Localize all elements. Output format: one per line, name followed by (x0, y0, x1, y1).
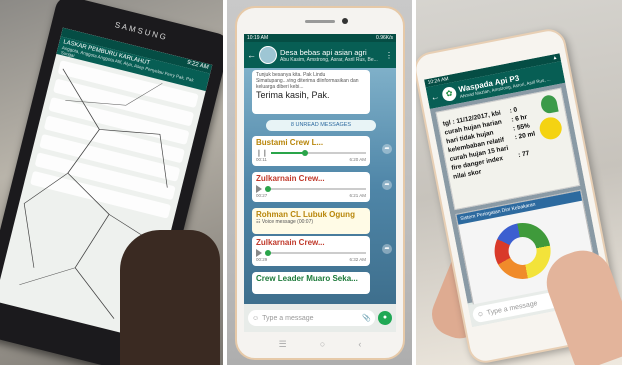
back-key-icon[interactable]: ‹ (358, 339, 361, 350)
fire-danger-report-image[interactable]: tgl : 11/12/2017, kbi: 0 curah hujan har… (435, 87, 581, 211)
unread-messages-divider: 8 UNREAD MESSAGES (266, 120, 376, 131)
audio-progress[interactable] (265, 186, 366, 192)
audio-scrubber[interactable] (302, 150, 309, 156)
recents-key-icon[interactable]: ☰ (279, 339, 287, 350)
voice-player[interactable] (256, 249, 366, 257)
earpiece-speaker (305, 20, 335, 23)
phone-device: 10:19 AM 0.96K/s ← Desa bebas api asian … (235, 6, 405, 360)
chat-participants: Abu Kasim, Amstrong, Asrar, Asril Rus, B… (280, 56, 378, 63)
audio-progress-fill (270, 152, 305, 154)
forward-icon[interactable]: ➦ (382, 244, 392, 254)
play-icon[interactable] (256, 185, 262, 193)
voice-message[interactable]: Bustami Crew L... ❙❙ 00:11 6:20 AM (252, 136, 370, 166)
message-input-bar: ☺ Type a message 📎 ● (244, 304, 396, 332)
message-placeholder: Type a message (486, 299, 539, 317)
message-placeholder: Type a message (262, 314, 314, 322)
message-time: 6:21 AM (349, 193, 366, 198)
voice-duration: 00:11 (256, 157, 267, 162)
chat-area[interactable]: Tunjuk besanya kita. Pak Lindu Simatupan… (244, 68, 396, 304)
sender-name: Zulkarnain Crew... (256, 174, 325, 183)
phone-screen: 10:19 AM 0.96K/s ← Desa bebas api asian … (244, 34, 396, 332)
voice-times: 00:29 6:32 AM (256, 257, 366, 262)
chat-header-text[interactable]: Desa bebas api asian agri Abu Kasim, Ams… (280, 48, 378, 63)
audio-progress[interactable] (270, 150, 366, 156)
voice-duration: 00:29 (256, 257, 268, 262)
emoji-icon[interactable]: ☺ (476, 310, 484, 318)
message-text: Tunjuk besanya kita. Pak Lindu Simatupan… (256, 72, 359, 90)
sender-name: Zulkarnain Crew... (256, 238, 325, 247)
voice-message[interactable]: Crew Leader Muaro Seka... (252, 272, 370, 294)
attach-icon[interactable]: 📎 (362, 314, 371, 322)
photo-xiaomi-phone: 10:19 AM 0.96K/s ← Desa bebas api asian … (227, 0, 412, 365)
sender-name: Crew Leader Muaro Seka... (256, 274, 358, 283)
quoted-text: ☷ Voice message (00:07) (256, 219, 314, 225)
audio-progress[interactable] (265, 250, 366, 256)
sender-name: Rohman CL Lubuk Ogung (256, 210, 355, 219)
audio-scrubber[interactable] (265, 186, 271, 192)
pause-icon[interactable]: ❙❙ (256, 149, 268, 157)
hand-holding-tablet (120, 230, 220, 365)
status-network: 0.96K/s (376, 35, 393, 41)
photo-tilted-phone: 10:24 AM ▲ ← ✿ Waspada Api P3 Ahmad Mazl… (416, 0, 622, 365)
message-input[interactable]: ☺ Type a message 📎 (248, 310, 375, 326)
audio-scrubber[interactable] (265, 250, 271, 256)
back-arrow-icon[interactable]: ← (247, 50, 256, 60)
quoted-message[interactable]: Rohman CL Lubuk Ogung ☷ Voice message (0… (252, 208, 370, 234)
message-time: 6:32 AM (349, 257, 366, 262)
photo-samsung-tablet: SAMSUNG 9:22 AM LASKAR PEMBURU KARLAHUT … (0, 0, 223, 365)
voice-message[interactable]: Zulkarnain Crew... 00:27 6:21 AM (252, 172, 370, 202)
back-arrow-icon[interactable]: ← (430, 91, 441, 103)
status-bar: 10:19 AM 0.96K/s (244, 34, 396, 42)
message-time: 6:20 AM (349, 157, 366, 162)
status-icons: ▲ (551, 54, 558, 62)
fire-danger-gauge (489, 218, 556, 284)
voice-times: 00:11 6:20 AM (256, 157, 366, 162)
voice-player[interactable] (256, 185, 366, 193)
voice-player[interactable]: ❙❙ (256, 149, 366, 157)
gauge-center (506, 234, 540, 268)
home-key-icon[interactable]: ○ (320, 339, 325, 350)
emoji-icon[interactable]: ☺ (252, 315, 259, 322)
message-text: Terima kasih, Pak. (256, 90, 330, 100)
chat-header[interactable]: ← Desa bebas api asian agri Abu Kasim, A… (244, 42, 396, 68)
forward-icon[interactable]: ➦ (382, 180, 392, 190)
front-camera (342, 18, 348, 24)
chat-title: Desa bebas api asian agri (280, 47, 367, 57)
play-icon[interactable] (256, 249, 262, 257)
forward-icon[interactable]: ➦ (382, 144, 392, 154)
status-time: 10:19 AM (247, 35, 269, 41)
mic-icon[interactable]: ● (378, 311, 392, 325)
more-options-icon[interactable]: ⋮ (385, 51, 393, 60)
voice-message[interactable]: Zulkarnain Crew... 00:29 6:32 AM (252, 236, 370, 266)
group-avatar[interactable] (259, 46, 277, 64)
voice-duration: 00:27 (256, 193, 268, 198)
hardware-nav-keys: ☰ ○ ‹ (237, 339, 403, 350)
voice-times: 00:27 6:21 AM (256, 193, 366, 198)
sender-name: Bustami Crew L... (256, 138, 324, 147)
group-logo-icon[interactable]: ✿ (441, 85, 458, 103)
message-bubble: Tunjuk besanya kita. Pak Lindu Simatupan… (252, 70, 370, 114)
